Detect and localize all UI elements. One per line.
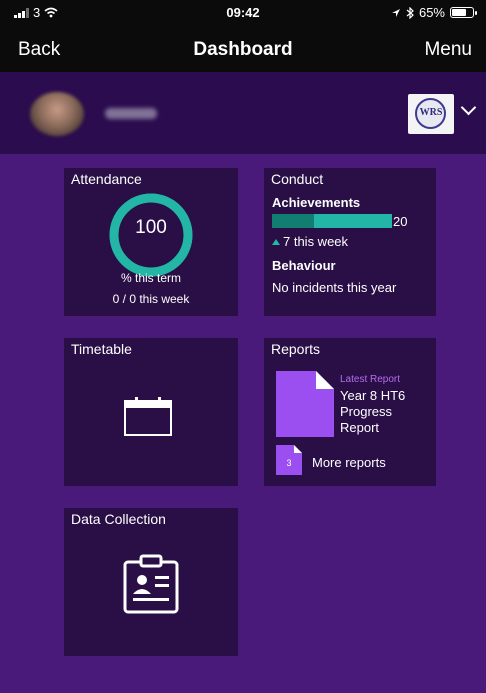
timetable-title: Timetable bbox=[71, 341, 132, 357]
conduct-title: Conduct bbox=[271, 171, 324, 187]
achievements-total: 20 bbox=[393, 214, 408, 229]
latest-report-name[interactable]: Year 8 HT6 Progress Report bbox=[340, 388, 432, 436]
data-collection-title: Data Collection bbox=[71, 511, 166, 527]
reports-title: Reports bbox=[271, 341, 321, 357]
achievements-week-text: 7 this week bbox=[283, 234, 349, 249]
location-icon bbox=[391, 8, 400, 17]
more-reports-count: 3 bbox=[286, 458, 292, 468]
menu-button[interactable]: Menu bbox=[424, 39, 472, 61]
achievements-week: 7 this week bbox=[272, 234, 348, 249]
chevron-down-icon[interactable] bbox=[460, 99, 477, 116]
attendance-term-label: % this term bbox=[120, 271, 181, 285]
attendance-week-label: 0 / 0 this week bbox=[112, 292, 190, 306]
profile-header[interactable]: WRS bbox=[0, 72, 486, 154]
battery-percent: 65% bbox=[418, 5, 445, 20]
school-logo[interactable]: WRS bbox=[408, 94, 454, 134]
behaviour-label: Behaviour bbox=[272, 258, 336, 273]
back-button[interactable]: Back bbox=[18, 39, 60, 61]
nav-bar: Back Dashboard Menu bbox=[0, 26, 486, 72]
bluetooth-icon bbox=[406, 6, 414, 19]
battery-icon bbox=[450, 7, 477, 18]
attendance-title: Attendance bbox=[71, 171, 142, 187]
page-title: Dashboard bbox=[193, 39, 293, 60]
avatar[interactable] bbox=[30, 92, 84, 136]
behaviour-text: No incidents this year bbox=[272, 280, 397, 295]
status-bar: 3 09:42 65% bbox=[0, 0, 486, 26]
reports-tile[interactable]: Reports Latest Report Year 8 HT6 Progres… bbox=[264, 338, 436, 486]
achievements-label: Achievements bbox=[272, 195, 361, 210]
achievements-bar-fill bbox=[272, 214, 314, 228]
attendance-tile[interactable]: Attendance 100 % this term 0 / 0 this we… bbox=[64, 168, 238, 316]
achievements-bar bbox=[272, 214, 392, 228]
conduct-tile[interactable]: Conduct Achievements 20 7 this week Beha… bbox=[264, 168, 436, 316]
up-arrow-icon bbox=[272, 238, 280, 245]
timetable-tile[interactable]: Timetable bbox=[64, 338, 238, 486]
data-collection-tile[interactable]: Data Collection bbox=[64, 508, 238, 656]
calendar-icon bbox=[124, 397, 172, 436]
attendance-value: 100 bbox=[135, 217, 167, 238]
clipboard-icon bbox=[123, 554, 179, 614]
student-name-blurred bbox=[105, 108, 157, 119]
latest-report-label: Latest Report bbox=[340, 374, 401, 385]
more-reports-link[interactable]: More reports bbox=[312, 455, 386, 470]
document-icon[interactable] bbox=[276, 371, 334, 437]
